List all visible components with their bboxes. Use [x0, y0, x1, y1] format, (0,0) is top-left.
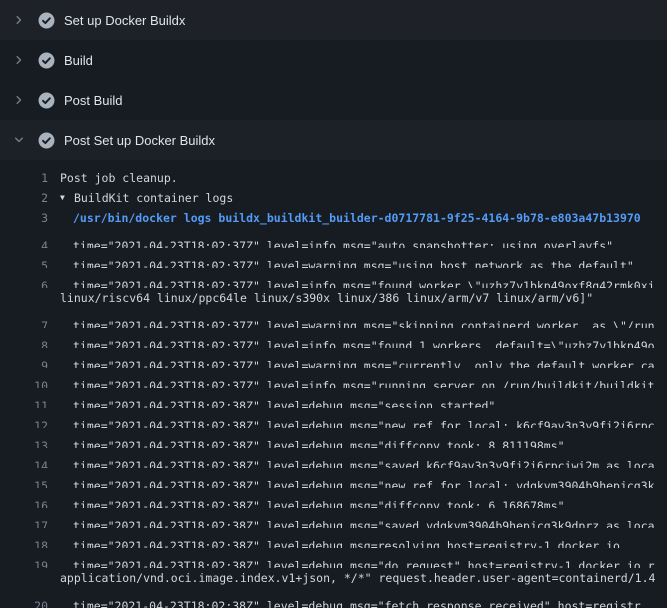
line-number[interactable]: 13: [0, 436, 48, 448]
line-number[interactable]: 20: [0, 596, 48, 608]
log-line: 16 time="2021-04-23T18:02:38Z" level=debu…: [0, 488, 667, 508]
log-text: time="2021-04-23T18:02:37Z" level=warnin…: [73, 316, 655, 328]
log-line: 7 time="2021-04-23T18:02:37Z" level=warni…: [0, 308, 667, 328]
log-line: 2 ▼BuildKit container logs: [0, 188, 667, 208]
steps-list: Set up Docker Buildx Build Post Build Post …: [0, 0, 667, 608]
log-text: time="2021-04-23T18:02:37Z" level=info m…: [73, 336, 655, 348]
group-expanded-icon[interactable]: ▼: [60, 188, 74, 208]
log-text: time="2021-04-23T18:02:38Z" level=debug …: [73, 496, 565, 508]
line-number[interactable]: 8: [0, 336, 48, 348]
log-text: time="2021-04-23T18:02:37Z" level=info m…: [73, 376, 655, 388]
log-line: 3/usr/bin/docker logs buildx_buildkit_bu…: [0, 208, 667, 228]
check-circle-icon: [38, 52, 55, 69]
log-line: 5 time="2021-04-23T18:02:37Z" level=warni…: [0, 248, 667, 268]
line-number[interactable]: 4: [0, 236, 48, 248]
log-text: BuildKit container logs: [74, 188, 233, 208]
log-text: time="2021-04-23T18:02:38Z" level=debug …: [73, 516, 655, 528]
line-number[interactable]: 2: [0, 188, 48, 208]
line-number[interactable]: 19: [0, 556, 48, 568]
log-text: time="2021-04-23T18:02:38Z" level=debug …: [73, 596, 641, 608]
line-number[interactable]: 11: [0, 396, 48, 408]
actions-log-viewer: Set up Docker Buildx Build Post Build Post …: [0, 0, 667, 608]
chevron-right-icon: [13, 14, 25, 26]
log-text: application/vnd.oci.image.index.v1+json,…: [60, 568, 655, 588]
line-number[interactable]: 18: [0, 536, 48, 548]
log-line: 20 time="2021-04-23T18:02:38Z" level=debu…: [0, 588, 667, 608]
line-number[interactable]: 9: [0, 356, 48, 368]
line-number[interactable]: 10: [0, 376, 48, 388]
step-label: Set up Docker Buildx: [64, 13, 185, 28]
line-number[interactable]: 16: [0, 496, 48, 508]
log-line: 8 time="2021-04-23T18:02:37Z" level=info …: [0, 328, 667, 348]
log-text: time="2021-04-23T18:02:37Z" level=warnin…: [73, 256, 634, 268]
line-number[interactable]: 14: [0, 456, 48, 468]
step-label: Build: [64, 53, 93, 68]
log-line: application/vnd.oci.image.index.v1+json,…: [0, 568, 667, 588]
line-number[interactable]: 7: [0, 316, 48, 328]
line-number[interactable]: 1: [0, 168, 48, 188]
line-number: [0, 568, 48, 588]
log-line: 15 time="2021-04-23T18:02:38Z" level=debu…: [0, 468, 667, 488]
log-line: 4 time="2021-04-23T18:02:37Z" level=info …: [0, 228, 667, 248]
line-number: [0, 288, 48, 308]
step-header-set-up-docker-buildx[interactable]: Set up Docker Buildx: [0, 0, 667, 40]
log-text: Post job cleanup.: [60, 168, 178, 188]
log-text: linux/riscv64 linux/ppc64le linux/s390x …: [60, 288, 593, 308]
check-circle-icon: [38, 12, 55, 29]
line-number[interactable]: 3: [0, 208, 48, 228]
log-text: time="2021-04-23T18:02:38Z" level=debug …: [73, 416, 655, 428]
log-line: 18 time="2021-04-23T18:02:38Z" level=debu…: [0, 528, 667, 548]
log-text: time="2021-04-23T18:02:37Z" level=info m…: [73, 236, 613, 248]
line-number[interactable]: 6: [0, 276, 48, 288]
log-line: 14 time="2021-04-23T18:02:38Z" level=debu…: [0, 448, 667, 468]
log-line: 1 Post job cleanup.: [0, 168, 667, 188]
log-text: time="2021-04-23T18:02:38Z" level=debug …: [73, 556, 655, 568]
log-line: 9 time="2021-04-23T18:02:37Z" level=warni…: [0, 348, 667, 368]
chevron-down-icon: [13, 134, 25, 146]
step-header-post-set-up-docker-buildx[interactable]: Post Set up Docker Buildx: [0, 120, 667, 160]
log-line: 12 time="2021-04-23T18:02:38Z" level=debu…: [0, 408, 667, 428]
check-circle-icon: [38, 92, 55, 109]
chevron-right-icon: [13, 54, 25, 66]
line-number[interactable]: 12: [0, 416, 48, 428]
log-text: time="2021-04-23T18:02:37Z" level=warnin…: [73, 356, 655, 368]
log-text: time="2021-04-23T18:02:38Z" level=debug …: [73, 536, 620, 548]
log-line: 10 time="2021-04-23T18:02:37Z" level=info…: [0, 368, 667, 388]
log-line: 6 time="2021-04-23T18:02:37Z" level=info …: [0, 268, 667, 288]
log-text: time="2021-04-23T18:02:38Z" level=debug …: [73, 436, 565, 448]
check-circle-icon: [38, 132, 55, 149]
log-line: linux/riscv64 linux/ppc64le linux/s390x …: [0, 288, 667, 308]
log-panel: 1 Post job cleanup. 2 ▼BuildKit container l…: [0, 160, 667, 608]
log-line: 17 time="2021-04-23T18:02:38Z" level=debu…: [0, 508, 667, 528]
log-line: 13 time="2021-04-23T18:02:38Z" level=debu…: [0, 428, 667, 448]
step-label: Post Build: [64, 93, 123, 108]
step-label: Post Set up Docker Buildx: [64, 133, 215, 148]
step-header-build[interactable]: Build: [0, 40, 667, 80]
command-text: /usr/bin/docker logs buildx_buildkit_bui…: [73, 208, 641, 228]
log-line: 11 time="2021-04-23T18:02:38Z" level=debu…: [0, 388, 667, 408]
log-text: time="2021-04-23T18:02:37Z" level=info m…: [73, 276, 655, 288]
chevron-right-icon: [13, 94, 25, 106]
log-text: time="2021-04-23T18:02:38Z" level=debug …: [73, 476, 655, 488]
log-text: time="2021-04-23T18:02:38Z" level=debug …: [73, 396, 495, 408]
line-number[interactable]: 15: [0, 476, 48, 488]
line-number[interactable]: 5: [0, 256, 48, 268]
line-number[interactable]: 17: [0, 516, 48, 528]
log-text: time="2021-04-23T18:02:38Z" level=debug …: [73, 456, 655, 468]
step-header-post-build[interactable]: Post Build: [0, 80, 667, 120]
log-line: 19 time="2021-04-23T18:02:38Z" level=debu…: [0, 548, 667, 568]
